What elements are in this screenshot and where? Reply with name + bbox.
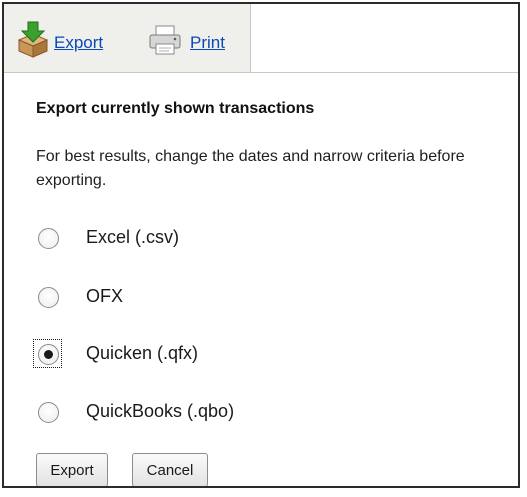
export-button[interactable]: Export <box>36 453 108 486</box>
radio-label-quicken: Quicken (.qfx) <box>86 343 199 363</box>
printer-icon[interactable] <box>148 24 182 56</box>
radio-quickbooks[interactable] <box>38 402 59 423</box>
radio-quicken[interactable] <box>38 344 59 365</box>
radio-ofx[interactable] <box>38 287 59 308</box>
radio-label-quickbooks: QuickBooks (.qbo) <box>86 401 235 421</box>
section-hint: For best results, change the dates and n… <box>36 148 465 189</box>
radio-option-excel[interactable]: Excel (.csv) <box>36 224 356 254</box>
export-print-panel: Export Print Export currently shown tran… <box>2 2 520 488</box>
print-link[interactable]: Print <box>190 33 225 53</box>
radio-label-ofx: OFX <box>86 286 124 306</box>
radio-option-quicken[interactable]: Quicken (.qfx) <box>33 339 356 370</box>
export-box-icon[interactable] <box>16 20 50 58</box>
radio-excel[interactable] <box>38 228 59 249</box>
toolbar: Export Print <box>4 4 518 73</box>
radio-label-excel: Excel (.csv) <box>86 227 180 247</box>
export-link[interactable]: Export <box>54 33 103 53</box>
toolbar-tab: Export Print <box>4 4 251 72</box>
cancel-button[interactable]: Cancel <box>132 453 208 486</box>
radio-option-quickbooks[interactable]: QuickBooks (.qbo) <box>36 398 356 428</box>
radio-option-ofx[interactable]: OFX <box>36 283 356 313</box>
section-heading: Export currently shown transactions <box>36 100 315 117</box>
